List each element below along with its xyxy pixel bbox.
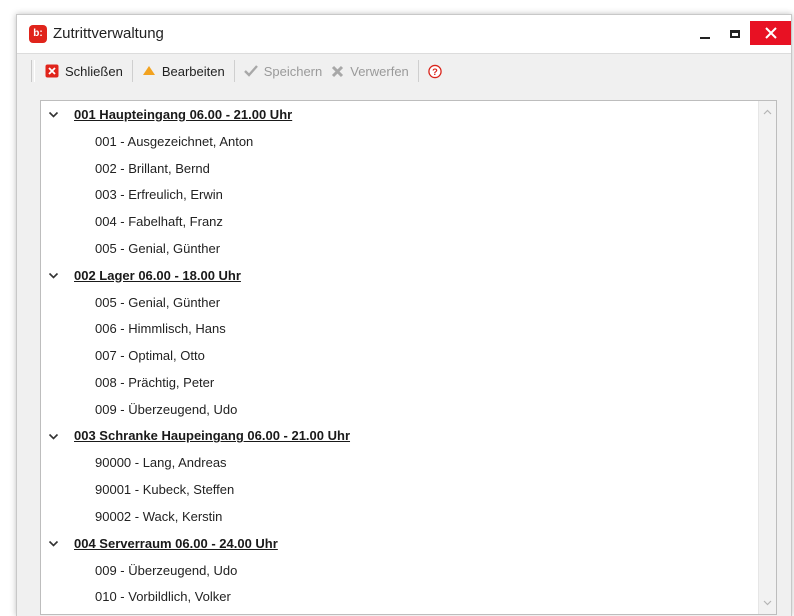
close-window-button[interactable]	[750, 21, 791, 45]
tree-group-header[interactable]: 001 Haupteingang 06.00 - 21.00 Uhr	[41, 101, 759, 128]
maximize-button[interactable]	[715, 17, 755, 51]
tree-item-label: 009 - Überzeugend, Udo	[95, 562, 238, 578]
tree-item-label: 90002 - Wack, Kerstin	[95, 508, 223, 524]
tree-item[interactable]: 002 - Brillant, Bernd	[41, 155, 759, 182]
tree-item-label: 001 - Ausgezeichnet, Anton	[95, 133, 254, 149]
access-tree-panel: 001 Haupteingang 06.00 - 21.00 Uhr 001 - …	[40, 100, 777, 615]
scroll-up-icon[interactable]	[763, 108, 772, 117]
chevron-down-icon[interactable]	[48, 538, 59, 549]
toolbar-separator	[417, 60, 419, 82]
close-button[interactable]: Schließen	[41, 58, 127, 84]
tree-item[interactable]: 007 - Optimal, Otto	[41, 342, 759, 369]
tree-item-label: 003 - Erfreulich, Erwin	[95, 187, 223, 203]
tree-group-label: 002 Lager 06.00 - 18.00 Uhr	[74, 267, 241, 283]
edit-button-label: Bearbeiten	[161, 63, 225, 79]
access-tree: 001 Haupteingang 06.00 - 21.00 Uhr 001 - …	[41, 101, 759, 610]
toolbar-separator	[233, 60, 235, 82]
close-button-label: Schließen	[65, 63, 123, 79]
tree-group-header[interactable]: 003 Schranke Haupeingang 06.00 - 21.00 U…	[41, 423, 759, 450]
tree-item[interactable]: 005 - Genial, Günther	[41, 289, 759, 316]
tree-item[interactable]: 90000 - Lang, Andreas	[41, 449, 759, 476]
discard-button-label: Verwerfen	[350, 63, 409, 79]
tree-item[interactable]: 010 - Vorbildlich, Volker	[41, 583, 759, 610]
tree-group-header[interactable]: 002 Lager 06.00 - 18.00 Uhr	[41, 262, 759, 289]
tree-item-label: 009 - Überzeugend, Udo	[95, 401, 238, 417]
edit-button[interactable]: Bearbeiten	[138, 58, 229, 84]
minimize-icon	[700, 37, 710, 39]
tree-item-label: 002 - Brillant, Bernd	[95, 160, 210, 176]
tree-group-label: 003 Schranke Haupeingang 06.00 - 21.00 U…	[74, 428, 351, 444]
close-icon	[765, 27, 777, 39]
tree-item[interactable]: 006 - Himmlisch, Hans	[41, 315, 759, 342]
svg-text:?: ?	[432, 66, 438, 76]
tree-item[interactable]: 004 - Fabelhaft, Franz	[41, 208, 759, 235]
tree-group-label: 004 Serverraum 06.00 - 24.00 Uhr	[74, 535, 278, 551]
app-window: b: Zutrittverwaltung Schließen Bearbeite…	[16, 14, 792, 616]
vertical-scrollbar[interactable]	[758, 101, 776, 614]
chevron-down-icon[interactable]	[48, 270, 59, 281]
scroll-down-icon[interactable]	[763, 598, 772, 607]
chevron-down-icon[interactable]	[48, 431, 59, 442]
tree-item-label: 005 - Genial, Günther	[95, 294, 221, 310]
tree-item-label: 006 - Himmlisch, Hans	[95, 321, 226, 337]
tree-item-label: 010 - Vorbildlich, Volker	[95, 589, 231, 605]
app-logo-icon: b:	[29, 25, 47, 43]
tree-item[interactable]: 90001 - Kubeck, Steffen	[41, 476, 759, 503]
tree-item[interactable]: 003 - Erfreulich, Erwin	[41, 181, 759, 208]
checkmark-icon	[243, 64, 258, 78]
help-button[interactable]: ?	[424, 58, 452, 84]
toolbar-grip[interactable]	[31, 60, 35, 82]
tree-item[interactable]: 90002 - Wack, Kerstin	[41, 503, 759, 530]
window-title: Zutrittverwaltung	[53, 25, 164, 42]
help-icon: ?	[428, 64, 442, 78]
tree-item-label: 004 - Fabelhaft, Franz	[95, 214, 223, 230]
tree-item-label: 005 - Genial, Günther	[95, 240, 221, 256]
discard-x-icon	[330, 64, 344, 78]
chevron-down-icon[interactable]	[48, 109, 59, 120]
tree-group-label: 001 Haupteingang 06.00 - 21.00 Uhr	[74, 106, 293, 122]
tree-item-label: 90001 - Kubeck, Steffen	[95, 482, 235, 498]
maximize-icon	[730, 30, 740, 38]
tree-item-label: 90000 - Lang, Andreas	[95, 455, 227, 471]
save-button[interactable]: Speichern	[240, 58, 327, 84]
tree-item[interactable]: 009 - Überzeugend, Udo	[41, 557, 759, 584]
tree-item[interactable]: 008 - Prächtig, Peter	[41, 369, 759, 396]
title-bar[interactable]: b: Zutrittverwaltung	[17, 15, 791, 53]
toolbar: Schließen Bearbeiten Speichern Verwerfen…	[17, 53, 791, 88]
tree-item[interactable]: 001 - Ausgezeichnet, Anton	[41, 128, 759, 155]
save-button-label: Speichern	[263, 63, 323, 79]
tree-item-label: 007 - Optimal, Otto	[95, 348, 205, 364]
tree-item[interactable]: 005 - Genial, Günther	[41, 235, 759, 262]
tree-group-header[interactable]: 004 Serverraum 06.00 - 24.00 Uhr	[41, 530, 759, 557]
tree-item[interactable]: 009 - Überzeugend, Udo	[41, 396, 759, 423]
tree-item-label: 008 - Prächtig, Peter	[95, 374, 215, 390]
discard-button[interactable]: Verwerfen	[326, 58, 413, 84]
edit-triangle-icon	[142, 64, 156, 78]
close-box-icon	[45, 64, 59, 78]
toolbar-separator	[131, 60, 133, 82]
